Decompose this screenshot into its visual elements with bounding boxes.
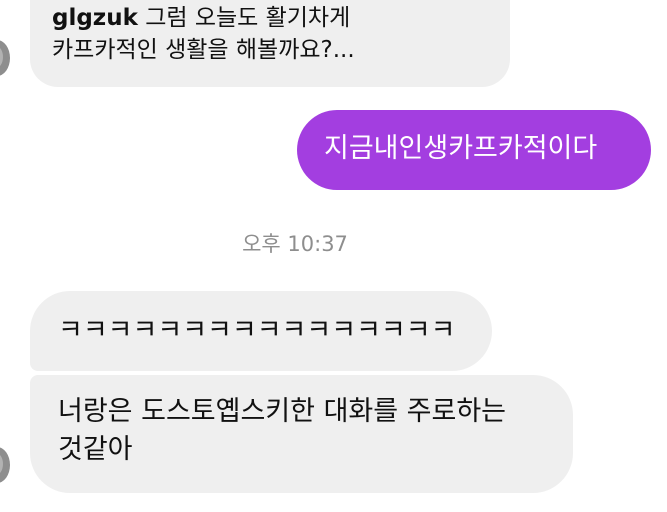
sent-message-bubble[interactable]: 지금내인생카프카적이다 bbox=[297, 110, 651, 190]
timestamp: 오후 10:37 bbox=[242, 232, 348, 256]
sent-message-text: 지금내인생카프카적이다 bbox=[324, 133, 598, 164]
reply-text-2: 카프카적인 생활을 해볼까요?... bbox=[52, 37, 355, 63]
reply-text-1: 그럼 오늘도 활기차게 bbox=[145, 5, 351, 31]
received-message-bubble[interactable]: 너랑은 도스토옙스키한 대화를 주로하는 것같아 bbox=[30, 375, 573, 493]
reply-username: glgzuk bbox=[52, 5, 138, 31]
message-text-line-2: 것같아 bbox=[58, 434, 133, 465]
avatar[interactable] bbox=[0, 40, 10, 76]
avatar[interactable] bbox=[0, 447, 10, 483]
reply-message-bubble[interactable]: glgzuk 그럼 오늘도 활기차게 카프카적인 생활을 해볼까요?... bbox=[30, 0, 510, 87]
reply-line-1: glgzuk 그럼 오늘도 활기차게 bbox=[52, 2, 490, 34]
message-text: ㅋㅋㅋㅋㅋㅋㅋㅋㅋㅋㅋㅋㅋㅋㅋㅋ bbox=[58, 315, 456, 346]
received-message-bubble[interactable]: ㅋㅋㅋㅋㅋㅋㅋㅋㅋㅋㅋㅋㅋㅋㅋㅋ bbox=[30, 291, 492, 371]
dm-thread: glgzuk 그럼 오늘도 활기차게 카프카적인 생활을 해볼까요?... 지금… bbox=[0, 0, 667, 512]
message-text-line-1: 너랑은 도스토옙스키한 대화를 주로하는 bbox=[58, 396, 507, 427]
